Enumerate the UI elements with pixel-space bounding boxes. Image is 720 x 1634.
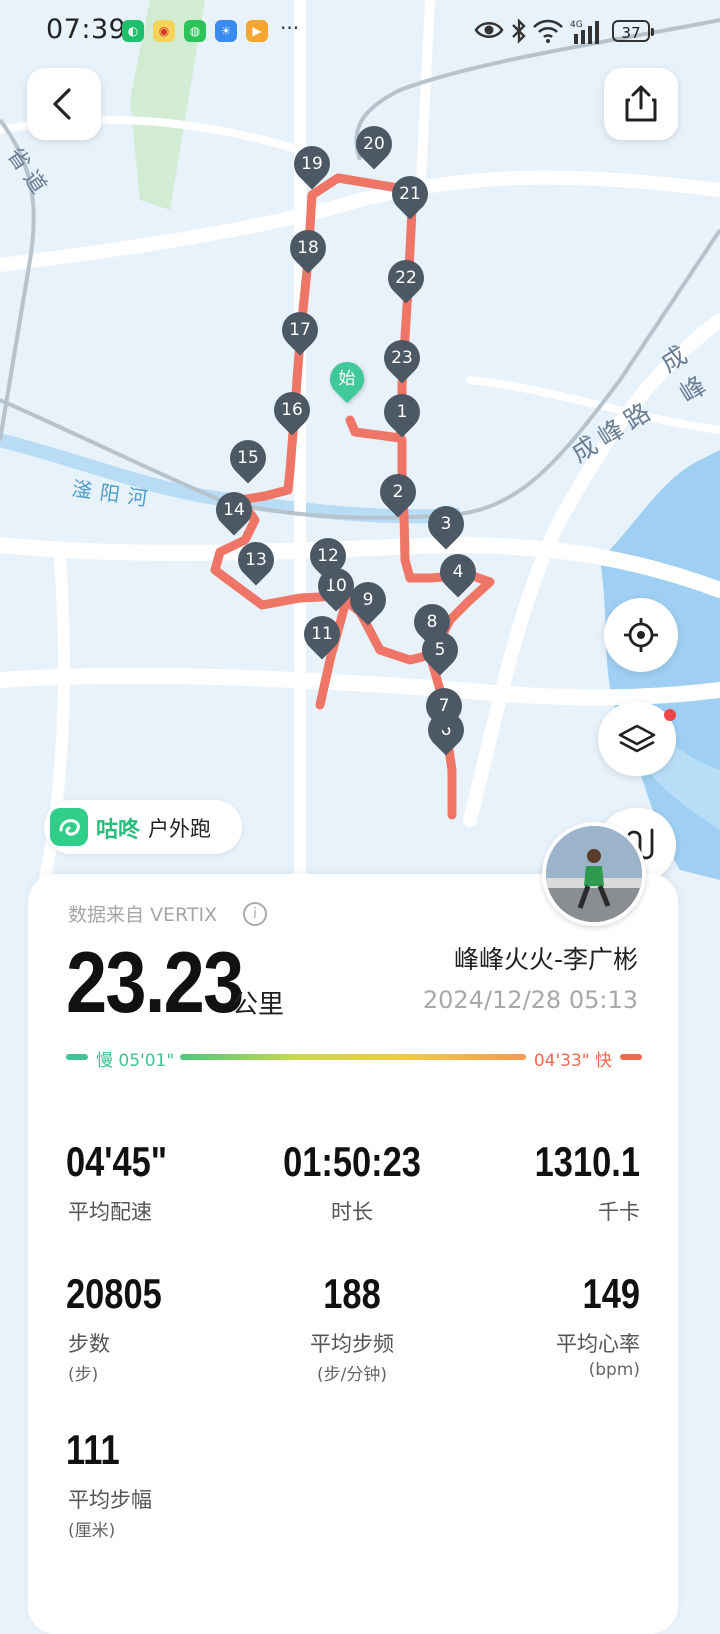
bluetooth-icon (512, 18, 526, 44)
layers-notification-dot (664, 709, 676, 721)
km-marker-14[interactable]: 14 (208, 484, 260, 538)
stat-value: 111 (66, 1426, 120, 1473)
distance-value: 23.23 (66, 935, 244, 1031)
activity-badge: 咕咚 户外跑 (44, 800, 242, 854)
km-marker-label: 21 (399, 184, 421, 204)
back-button[interactable] (27, 68, 101, 140)
avatar[interactable] (542, 822, 646, 926)
stat-label: 平均步幅 (68, 1488, 152, 1512)
km-marker-16[interactable]: 16 (266, 384, 318, 438)
wifi-icon (533, 19, 563, 43)
signal-4g-icon: 4G (570, 20, 599, 44)
km-marker-1[interactable]: 1 (376, 386, 428, 440)
km-marker-17[interactable]: 17 (274, 304, 326, 358)
km-marker-7[interactable]: 7 (418, 680, 470, 734)
km-marker-label: 1 (396, 402, 408, 422)
km-marker-15[interactable]: 15 (222, 432, 274, 486)
km-marker-label: 22 (395, 268, 417, 288)
km-marker-label: 8 (426, 612, 438, 632)
stat-value: 04'45" (66, 1138, 168, 1185)
activity-datetime: 2024/12/28 05:13 (422, 986, 638, 1014)
share-button[interactable] (604, 68, 678, 140)
weather-icon: ☀ (215, 20, 237, 42)
km-marker-2[interactable]: 2 (372, 466, 424, 520)
badge-activity-type: 户外跑 (148, 817, 211, 841)
stat-value: 20805 (66, 1270, 162, 1317)
km-marker-8[interactable]: 8 (406, 596, 458, 650)
badge-brand: 咕咚 (96, 818, 141, 843)
pace-fast-swatch (620, 1054, 642, 1060)
wechat-icon: ◍ (184, 20, 206, 42)
km-marker-label: 2 (392, 482, 404, 502)
stat-unit: (步) (68, 1365, 99, 1385)
pace-slow-label: 慢 05'01" (96, 1051, 175, 1071)
km-marker-4[interactable]: 4 (432, 546, 484, 600)
pace-legend: 慢 05'01" 04'33" 快 (66, 1046, 642, 1071)
km-marker-label: 16 (281, 400, 303, 420)
km-marker-22[interactable]: 22 (380, 252, 432, 306)
km-marker-label: 12 (317, 546, 339, 566)
stat-value: 01:50:23 (283, 1138, 421, 1185)
km-marker-label: 3 (440, 514, 452, 534)
stat-label: 步数 (68, 1332, 110, 1356)
km-marker-label: 15 (237, 448, 259, 468)
stat-value: 1310.1 (534, 1138, 640, 1185)
share-icon (625, 85, 657, 122)
start-marker-label: 始 (338, 369, 356, 389)
stat-unit: (厘米) (68, 1521, 116, 1541)
stat-label: 平均配速 (68, 1200, 152, 1224)
km-marker-label: 11 (311, 624, 333, 644)
km-marker-19[interactable]: 19 (286, 138, 338, 192)
pace-gradient (180, 1054, 526, 1060)
km-marker-23[interactable]: 23 (376, 332, 428, 386)
km-marker-label: 9 (362, 590, 374, 610)
eye-icon (474, 22, 504, 38)
km-marker-label: 19 (301, 154, 323, 174)
km-marker-9[interactable]: 9 (342, 574, 394, 628)
data-source: 数据来自 VERTIX (68, 904, 218, 926)
weibo-icon: ◉ (153, 20, 175, 42)
km-marker-18[interactable]: 18 (282, 222, 334, 276)
km-marker-label: 23 (391, 348, 413, 368)
stat-label: 千卡 (598, 1200, 640, 1224)
km-marker-label: 13 (245, 550, 267, 570)
km-marker-21[interactable]: 21 (384, 168, 436, 222)
stat-label: 时长 (331, 1200, 373, 1224)
km-marker-label: 20 (363, 134, 385, 154)
info-icon[interactable]: i (243, 902, 267, 926)
app-notification-icon: ◐ (122, 20, 144, 42)
more-notifications-icon: ··· (280, 16, 300, 40)
km-marker-11[interactable]: 11 (296, 608, 348, 662)
start-marker[interactable]: 始 (322, 354, 372, 404)
video-app-icon: ▶ (246, 20, 268, 42)
battery-indicator: 37 (612, 20, 654, 42)
user-name: 峰峰火火-李广彬 (453, 945, 638, 974)
km-marker-13[interactable]: 13 (230, 534, 282, 588)
km-marker-3[interactable]: 3 (420, 498, 472, 552)
km-marker-label: 14 (223, 500, 245, 520)
km-marker-20[interactable]: 20 (348, 118, 400, 172)
km-marker-label: 7 (438, 696, 450, 716)
status-time: 07:39 (46, 14, 127, 45)
km-marker-12[interactable]: 12 (302, 530, 354, 584)
locate-icon (624, 618, 658, 652)
km-marker-label: 18 (297, 238, 319, 258)
svg-text:4G: 4G (570, 20, 583, 30)
status-bar: 07:39 ◐ ◉ ◍ ☀ ▶ ··· 4G 37 (0, 0, 720, 64)
distance-unit: 公里 (232, 990, 285, 1020)
stat-unit: (bpm) (588, 1360, 640, 1380)
codoon-logo-icon (50, 808, 88, 846)
pace-fast-label: 04'33" 快 (533, 1051, 612, 1071)
km-marker-label: 4 (452, 562, 464, 582)
locate-button[interactable] (604, 598, 678, 672)
pace-slow-swatch (66, 1054, 88, 1060)
stat-value: 149 (582, 1270, 640, 1317)
stat-label: 平均心率 (556, 1332, 640, 1356)
stat-value: 188 (323, 1270, 381, 1317)
back-icon (53, 88, 71, 120)
stat-unit: (步/分钟) (317, 1365, 387, 1385)
stat-label: 平均步频 (310, 1332, 394, 1356)
km-marker-label: 17 (289, 320, 311, 340)
